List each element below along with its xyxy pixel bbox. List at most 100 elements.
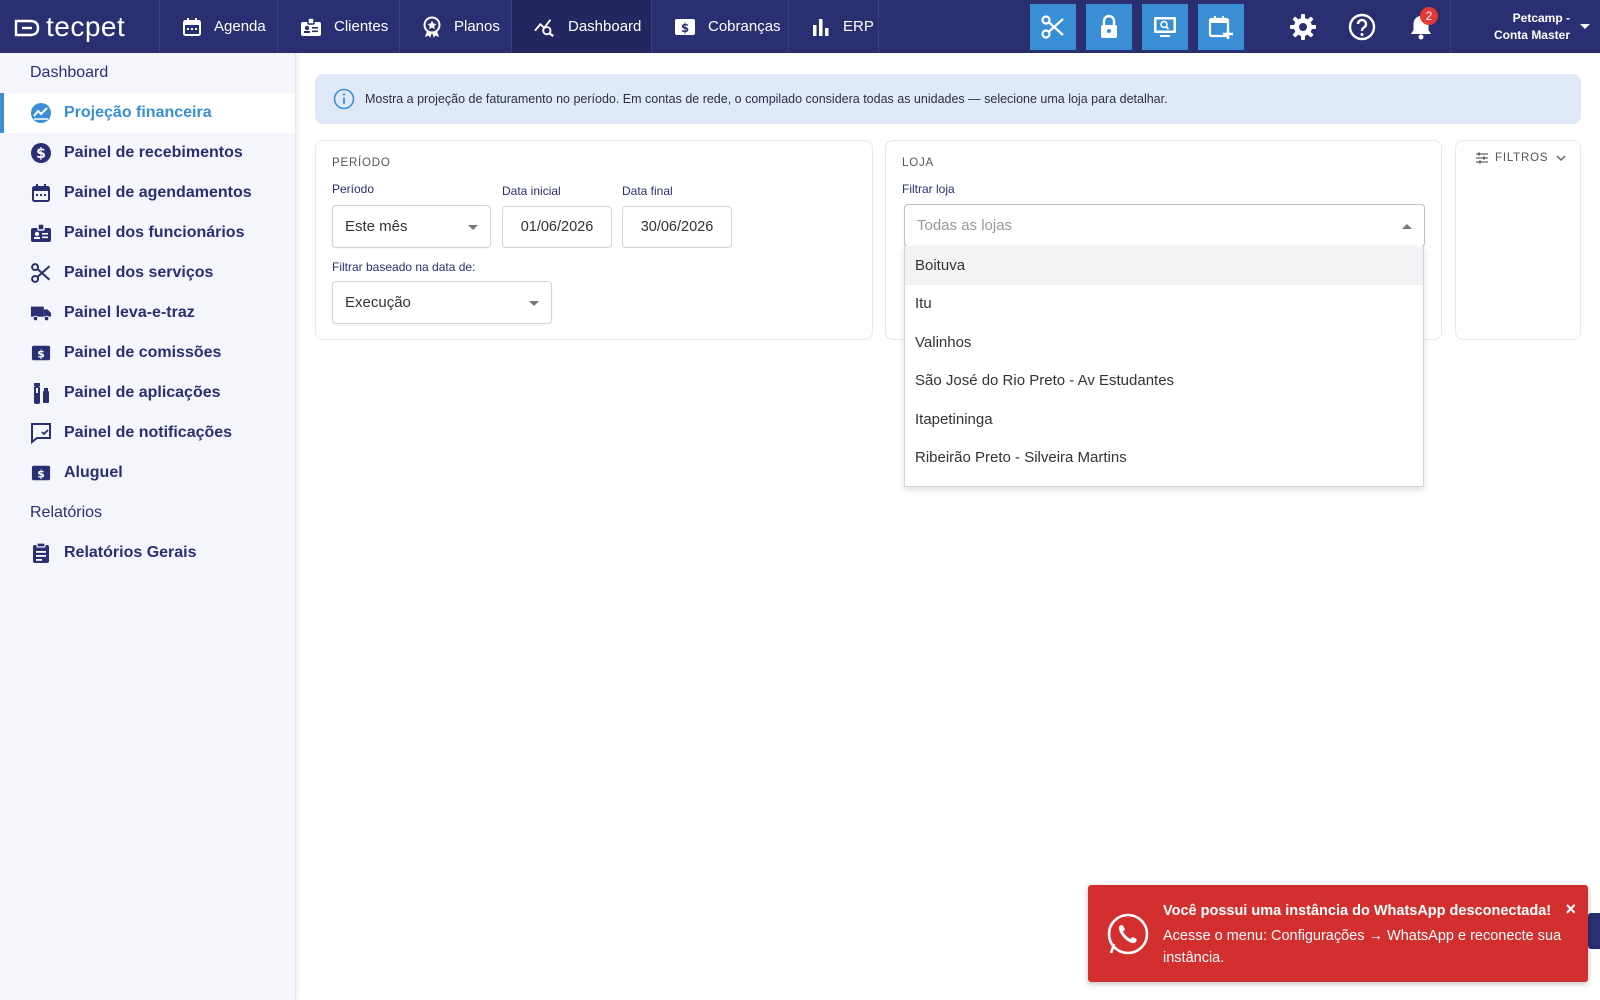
periodo-select[interactable]: Este mês (332, 205, 491, 248)
whatsapp-icon (1107, 913, 1149, 955)
user-menu[interactable]: Petcamp - Conta Master (1450, 0, 1600, 53)
calendar-plus-tool-button[interactable] (1198, 4, 1244, 50)
filtrar-data-select-value: Execução (345, 294, 411, 311)
filtrar-loja-placeholder: Todas as lojas (917, 217, 1013, 234)
tecpet-logo[interactable]: tecpet (0, 0, 160, 53)
calendar-plus-icon (1208, 16, 1233, 39)
dollar-circle-icon: $ (30, 142, 52, 164)
sidebar-item-label: Relatórios Gerais (64, 544, 197, 561)
nav-planos-label: Planos (454, 18, 500, 35)
data-inicial-input[interactable]: 01/06/2026 (502, 206, 612, 248)
vaccine-icon (30, 382, 52, 404)
toast-close-button[interactable]: × (1565, 899, 1576, 920)
filtros-card (1455, 140, 1581, 340)
dollar-note-icon: $ (674, 16, 696, 38)
nav-clientes[interactable]: Clientes (278, 0, 400, 53)
svg-text:$: $ (681, 21, 689, 35)
data-inicial-label: Data inicial (502, 184, 561, 198)
user-name: Petcamp - Conta Master (1493, 10, 1570, 42)
data-final-input[interactable]: 30/06/2026 (622, 206, 732, 248)
id-badge-icon (300, 16, 322, 38)
chart-search-icon (534, 16, 556, 38)
calendar-icon (182, 16, 202, 38)
sidebar-item-label: Aluguel (64, 464, 123, 481)
settings-button[interactable] (1284, 8, 1322, 46)
scissors-icon (30, 262, 52, 284)
sidebar-item-label: Painel leva-e-traz (64, 304, 195, 321)
sidebar-item-label: Painel de notificações (64, 424, 233, 441)
clipboard-icon (30, 542, 52, 564)
periodo-card: PERÍODO Período Este mês Data inicial 01… (315, 140, 873, 340)
loja-option[interactable]: Ribeirão Preto - Silveira Martins (905, 439, 1423, 478)
sidebar-section-dashboard: Dashboard (30, 64, 109, 81)
filtros-toggle-button[interactable]: FILTROS (1475, 152, 1566, 164)
nav-dashboard-label: Dashboard (568, 18, 642, 35)
svg-text:$: $ (37, 468, 45, 481)
help-circle-icon (1348, 13, 1376, 41)
scissors-tool-button[interactable] (1030, 4, 1076, 50)
info-banner: Mostra a projeção de faturamento no perí… (315, 74, 1581, 124)
sidebar-item-painel-funcionarios[interactable]: Painel dos funcionários (0, 213, 295, 253)
filtrar-data-label: Filtrar baseado na data de: (332, 260, 476, 274)
caret-down-icon (529, 300, 539, 306)
sidebar-item-painel-servicos[interactable]: Painel dos serviços (0, 253, 295, 293)
filtros-label: FILTROS (1495, 152, 1549, 164)
chevron-down-icon (1580, 24, 1590, 29)
nav-agenda[interactable]: Agenda (160, 0, 278, 53)
nav-erp-label: ERP (843, 18, 874, 35)
lock-tool-button[interactable] (1086, 4, 1132, 50)
help-button[interactable] (1343, 8, 1381, 46)
filtrar-data-select[interactable]: Execução (332, 281, 552, 324)
loja-option[interactable]: Valinhos (905, 323, 1423, 362)
sidebar-item-painel-aplicacoes[interactable]: Painel de aplicações (0, 373, 295, 413)
filtrar-loja-select[interactable]: Todas as lojas (904, 204, 1425, 247)
scissors-icon (1041, 15, 1064, 39)
monitor-tool-button[interactable] (1142, 4, 1188, 50)
nav-dashboard[interactable]: Dashboard (512, 0, 652, 53)
sidebar-item-aluguel[interactable]: $ Aluguel (0, 453, 295, 493)
id-badge-icon (30, 222, 52, 244)
nav-erp[interactable]: ERP (789, 0, 879, 53)
svg-text:$: $ (36, 146, 46, 162)
nav-agenda-label: Agenda (214, 18, 266, 35)
monitor-search-icon (1154, 17, 1176, 37)
nav-cobrancas[interactable]: $ Cobranças (652, 0, 789, 53)
award-icon (422, 16, 442, 38)
sidebar-item-label: Painel de agendamentos (64, 184, 252, 201)
sidebar-item-label: Painel de recebimentos (64, 144, 243, 161)
sidebar-item-label: Painel de comissões (64, 344, 222, 361)
lock-icon (1101, 14, 1117, 38)
toast-body: Acesse o menu: Configurações → WhatsApp … (1163, 928, 1562, 966)
dollar-note-icon: $ (30, 342, 52, 364)
notification-count-badge: 2 (1420, 7, 1438, 25)
sidebar-section-relatorios: Relatórios (30, 504, 103, 521)
svg-text:$: $ (37, 348, 45, 361)
trend-chart-icon (30, 102, 52, 124)
sidebar-item-painel-agendamentos[interactable]: Painel de agendamentos (0, 173, 295, 213)
sliders-icon (1476, 152, 1488, 164)
periodo-card-title: PERÍODO (332, 157, 391, 169)
loja-option[interactable]: São José do Rio Preto - Av Estudantes (905, 362, 1423, 401)
nav-cobrancas-label: Cobranças (708, 18, 781, 35)
sidebar-item-painel-recebimentos[interactable]: $ Painel de recebimentos (0, 133, 295, 173)
nav-clientes-label: Clientes (334, 18, 389, 35)
sidebar-item-painel-notificacoes[interactable]: Painel de notificações (0, 413, 295, 453)
nav-planos[interactable]: Planos (400, 0, 512, 53)
loja-option[interactable]: Itapetininga (905, 400, 1423, 439)
toast-edge-tab (1588, 913, 1600, 949)
bar-chart-icon (811, 16, 831, 38)
toast-title: Você possui uma instância do WhatsApp de… (1163, 903, 1552, 919)
sidebar-item-painel-leva-e-traz[interactable]: Painel leva-e-traz (0, 293, 295, 333)
sidebar-item-label: Projeção financeira (64, 104, 212, 121)
sidebar-item-projecao-financeira[interactable]: Projeção financeira (0, 93, 295, 133)
loja-option[interactable]: Boituva (905, 246, 1423, 285)
sidebar-item-relatorios-gerais[interactable]: Relatórios Gerais (0, 533, 295, 573)
filtrar-loja-label: Filtrar loja (902, 182, 955, 196)
calendar-icon (30, 182, 52, 204)
loja-card-title: LOJA (902, 157, 934, 169)
gear-icon (1290, 14, 1316, 40)
sidebar: Dashboard Projeção financeira $ Painel d… (0, 53, 296, 1000)
loja-option[interactable]: Itu (905, 285, 1423, 324)
sidebar-item-painel-comissoes[interactable]: $ Painel de comissões (0, 333, 295, 373)
chat-check-icon (30, 422, 52, 444)
